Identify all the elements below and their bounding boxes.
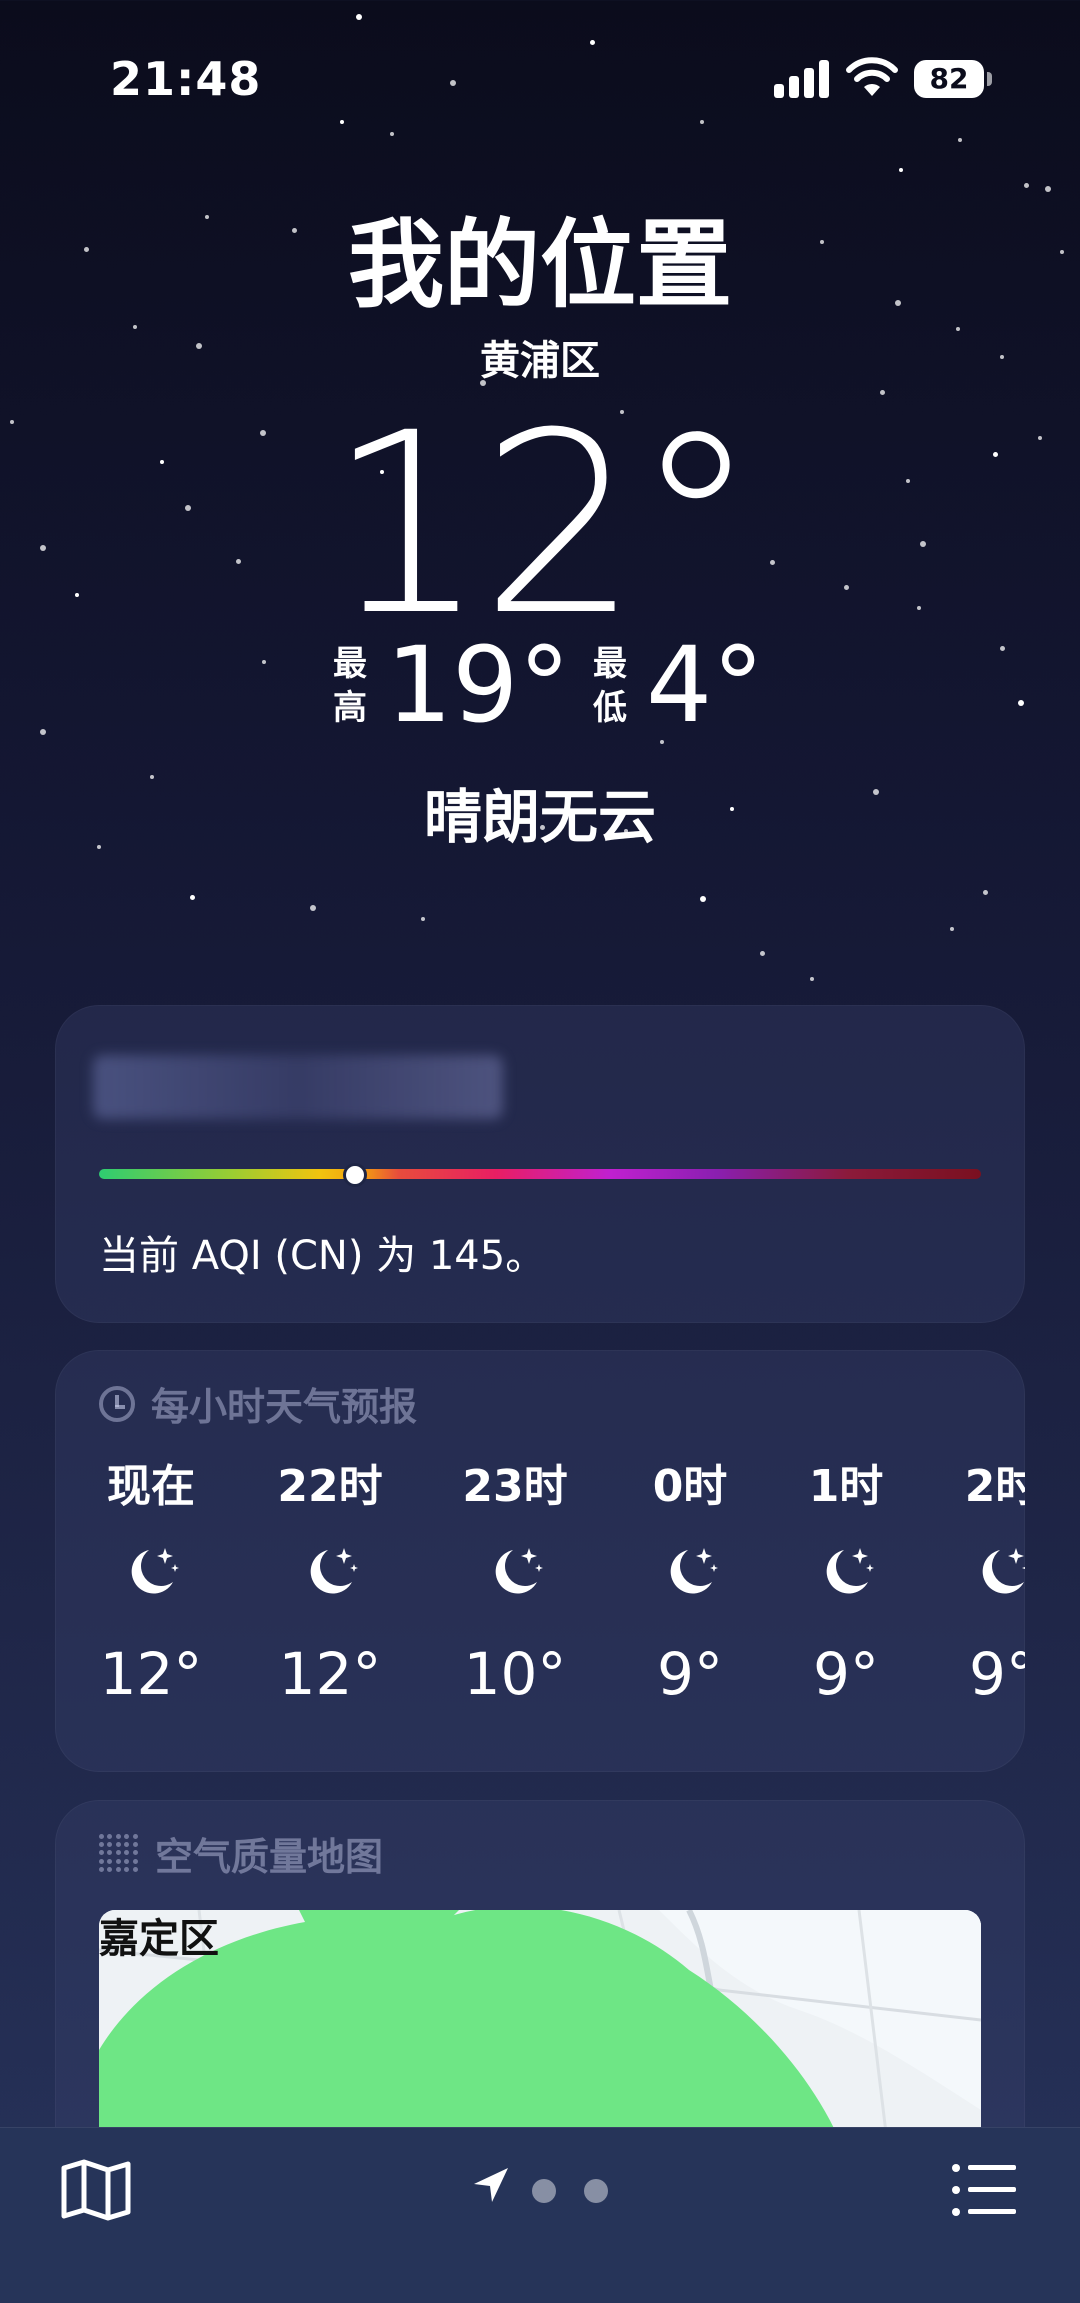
aqi-scale-bar (99, 1169, 981, 1179)
hourly-card-header: 每小时天气预报 (99, 1376, 417, 1431)
hour-label: 22时 (277, 1461, 383, 1512)
star (262, 660, 266, 664)
bottom-toolbar (0, 2127, 1080, 2303)
hour-temp: 12° (99, 1640, 203, 1708)
hour-item: 23时 10° (440, 1450, 590, 1708)
hour-label: 2时 (964, 1461, 1025, 1512)
wifi-icon (846, 57, 898, 96)
moon-stars-icon (615, 1542, 765, 1602)
star (983, 890, 988, 895)
aqi-indicator (342, 1163, 367, 1187)
hour-item: 2时 9° (927, 1450, 1025, 1708)
star (810, 977, 814, 981)
page-dot[interactable] (584, 2179, 608, 2203)
map-icon[interactable] (60, 2158, 132, 2222)
moon-stars-icon (927, 1542, 1025, 1602)
star (1045, 186, 1051, 192)
high-label: 最高 (333, 644, 367, 728)
cellular-signal-icon (774, 58, 830, 98)
status-bar: 21:48 82 (0, 0, 1080, 160)
hour-label: 23时 (462, 1461, 568, 1512)
high-low-temps: 最高 19° 最低 4° (0, 440, 1080, 745)
star (950, 927, 954, 931)
hour-temp: 9° (969, 1640, 1025, 1708)
hour-item: 22时 12° (255, 1450, 405, 1708)
star (1018, 700, 1024, 706)
air-quality-card[interactable]: 当前 AQI (CN) 为 145。 (55, 1005, 1025, 1323)
air-quality-dots-icon (99, 1833, 139, 1874)
hour-temp: 10° (463, 1640, 567, 1708)
high-temp: 19° (386, 624, 571, 746)
hour-item: 0时 9° (615, 1450, 765, 1708)
low-temp: 4° (646, 624, 765, 746)
hour-label: 现在 (107, 1461, 195, 1512)
star (190, 895, 195, 900)
hour-temp: 9° (813, 1640, 879, 1708)
aqi-title-blurred (93, 1055, 503, 1119)
moon-stars-icon (76, 1542, 226, 1602)
hour-label: 0时 (652, 1461, 728, 1512)
location-title: 我的位置 (348, 209, 732, 321)
location-district: 黄浦区 (480, 338, 600, 384)
star (1024, 183, 1029, 188)
star (760, 951, 765, 956)
hour-temp: 9° (657, 1640, 723, 1708)
hour-item: 1时 9° (771, 1450, 921, 1708)
star (899, 168, 903, 172)
hour-item: 现在 12° (76, 1450, 226, 1708)
map-district-label: 嘉定区 (99, 1916, 219, 1962)
hour-temp: 12° (278, 1640, 382, 1708)
weather-condition: 晴朗无云 (423, 783, 656, 851)
air-map-card-header: 空气质量地图 (99, 1826, 383, 1881)
list-icon[interactable] (950, 2160, 1018, 2220)
low-label: 最低 (593, 644, 627, 728)
star (40, 729, 46, 735)
aqi-description: 当前 AQI (CN) 为 145。 (99, 1233, 546, 1279)
hour-label: 1时 (808, 1461, 884, 1512)
moon-stars-icon (255, 1542, 405, 1602)
status-time: 21:48 (110, 52, 262, 106)
battery-indicator: 82 (914, 60, 992, 98)
hourly-forecast-card[interactable]: 每小时天气预报 现在 12° 22时 12° 23时 10° 0时 9° 1时 … (55, 1350, 1025, 1772)
star (421, 917, 425, 921)
hourly-list[interactable]: 现在 12° 22时 12° 23时 10° 0时 9° 1时 9° 2时 9° (55, 1450, 1025, 1750)
star (700, 896, 706, 902)
star (310, 905, 316, 911)
hourly-card-title: 每小时天气预报 (151, 1385, 418, 1429)
moon-stars-icon (440, 1542, 590, 1602)
location-arrow-icon[interactable] (470, 2166, 510, 2206)
air-map-card-title: 空气质量地图 (155, 1835, 384, 1879)
clock-icon (99, 1385, 135, 1422)
page-dot[interactable] (532, 2179, 556, 2203)
weather-header: 我的位置 黄浦区 12° (0, 200, 1080, 650)
moon-stars-icon (771, 1542, 921, 1602)
